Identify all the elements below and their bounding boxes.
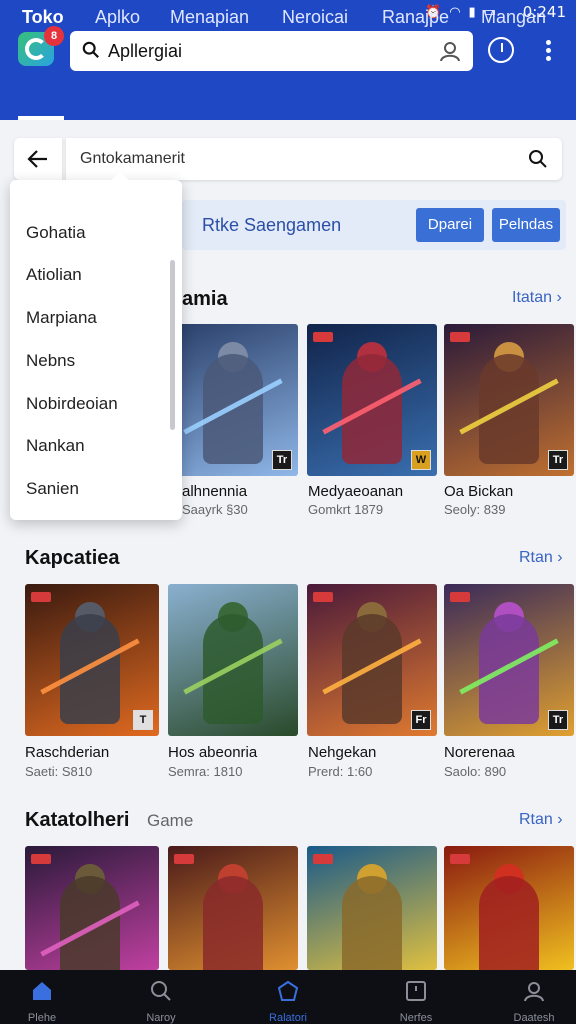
nav-item-active[interactable]: Ralatori (238, 970, 338, 1024)
search-icon[interactable] (528, 149, 548, 169)
section-more-link[interactable]: Rtan › (519, 811, 563, 829)
app-logo-icon[interactable]: 8 (18, 26, 64, 66)
tab-toko[interactable]: Toko (22, 7, 64, 28)
bottom-navigation: Plehe Naroy Ralatori Nerfes Daatesh (0, 970, 576, 1024)
promo-bar: Rtke Saengamen Dparei Pelndas (182, 200, 566, 250)
tab-menapian[interactable]: Menapian (170, 7, 249, 28)
nav-item-home[interactable]: Plehe (0, 970, 92, 1024)
tab-aplko[interactable]: Aplko (95, 7, 140, 28)
game-card[interactable]: Tr (444, 584, 574, 736)
rating-badge: W (411, 450, 431, 470)
category-search-input[interactable]: Gntokamanerit (66, 138, 562, 180)
game-meta: Seoly: 839 (444, 502, 506, 517)
game-title[interactable]: alhnennia (182, 483, 247, 500)
rating-badge: Tr (272, 450, 292, 470)
inbox-icon (406, 981, 426, 1001)
section-title: amia (182, 288, 228, 310)
promo-button-2[interactable]: Pelndas (492, 208, 560, 242)
game-meta: Gomkrt 1879 (308, 502, 384, 517)
app-header: ⏰ ◠ ▮ ▭ 0:241 8 Apllergiai Toko Aplko Me… (0, 0, 576, 120)
promo-button-1[interactable]: Dparei (416, 208, 484, 242)
tab-neroicai[interactable]: Neroicai (282, 7, 348, 28)
shield-icon (277, 980, 299, 1001)
game-card[interactable] (25, 846, 159, 970)
game-title[interactable]: Hos abeonria (168, 744, 257, 761)
back-button[interactable] (14, 138, 62, 180)
game-title[interactable]: Medyaeoanan (308, 483, 403, 500)
game-meta: Saayrk §30 (182, 502, 248, 517)
rating-badge: Tr (548, 710, 568, 730)
logo-mark-icon (25, 38, 47, 60)
search-icon (82, 41, 99, 58)
game-meta: Saolo: 890 (444, 764, 507, 779)
user-icon[interactable] (439, 40, 461, 62)
game-title[interactable]: Norerenaa (444, 744, 515, 761)
search-icon (151, 981, 171, 1001)
search-query: Apllergiai (108, 41, 183, 61)
game-title[interactable]: Nehgekan (308, 744, 376, 761)
dropdown-item[interactable]: Gohatia (26, 223, 86, 243)
user-icon (524, 982, 544, 1002)
tab-mangan[interactable]: Mangan (481, 7, 546, 28)
category-dropdown: Gohatia Atiolian Marpiana Nebns Nobirdeo… (10, 171, 182, 520)
signal-icon: ▮ (468, 4, 476, 19)
category-search-value: Gntokamanerit (80, 150, 185, 167)
dropdown-item[interactable]: Nobirdeoian (26, 394, 118, 414)
game-card[interactable]: T (25, 584, 159, 736)
section-more-link[interactable]: Itatan › (512, 289, 562, 307)
game-card[interactable]: Fr (307, 584, 437, 736)
age-rating-badge (174, 854, 194, 864)
game-title[interactable]: Raschderian (25, 744, 109, 761)
tab-ranajpe[interactable]: Ranajpe (382, 7, 449, 28)
age-rating-badge (450, 854, 470, 864)
game-card[interactable] (444, 846, 574, 970)
rating-badge: Fr (411, 710, 431, 730)
game-title[interactable]: Oa Bickan (444, 483, 513, 500)
dropdown-item[interactable]: Nankan (26, 436, 85, 456)
game-card[interactable] (307, 846, 437, 970)
age-rating-badge (450, 592, 470, 602)
wifi-icon: ◠ (449, 4, 461, 19)
nav-item-profile[interactable]: Daatesh (484, 970, 576, 1024)
game-card[interactable]: Tr (444, 324, 574, 476)
more-options-icon[interactable] (538, 37, 558, 65)
home-icon (33, 982, 51, 1000)
game-card[interactable] (168, 846, 298, 970)
dropdown-item[interactable]: Marpiana (26, 308, 97, 328)
clock-icon[interactable] (488, 37, 514, 63)
game-card[interactable]: W (307, 324, 437, 476)
game-meta: Prerd: 1:60 (308, 764, 373, 779)
section-more-link[interactable]: Rtan › (519, 549, 563, 567)
age-rating-badge (31, 854, 51, 864)
dropdown-item[interactable]: Atiolian (26, 265, 82, 285)
game-meta: Semra: 1810 (168, 764, 243, 779)
dropdown-item[interactable]: Sanien (26, 479, 79, 499)
section-subtitle: Game (147, 811, 194, 830)
game-card[interactable] (168, 584, 298, 736)
age-rating-badge (450, 332, 470, 342)
dropdown-item[interactable]: Nebns (26, 351, 75, 371)
nav-item-notifications[interactable]: Nerfes (366, 970, 466, 1024)
promo-text: Rtke Saengamen (202, 215, 342, 235)
age-rating-badge (31, 592, 51, 602)
age-rating-badge (313, 332, 333, 342)
rating-badge: T (133, 710, 153, 730)
section-title: Katatolheri (25, 809, 130, 831)
age-rating-badge (313, 592, 333, 602)
notification-badge: 8 (44, 26, 64, 46)
rating-badge: Tr (548, 450, 568, 470)
dropdown-scrollbar[interactable] (170, 260, 175, 430)
game-card[interactable]: Tr (168, 324, 298, 476)
game-meta: Saeti: S810 (25, 764, 93, 779)
search-input[interactable]: Apllergiai (70, 31, 473, 71)
section-title: Kapcatiea (25, 547, 120, 569)
nav-item-search[interactable]: Naroy (111, 970, 211, 1024)
active-tab-indicator (18, 116, 64, 120)
age-rating-badge (313, 854, 333, 864)
arrow-left-icon (27, 150, 47, 168)
